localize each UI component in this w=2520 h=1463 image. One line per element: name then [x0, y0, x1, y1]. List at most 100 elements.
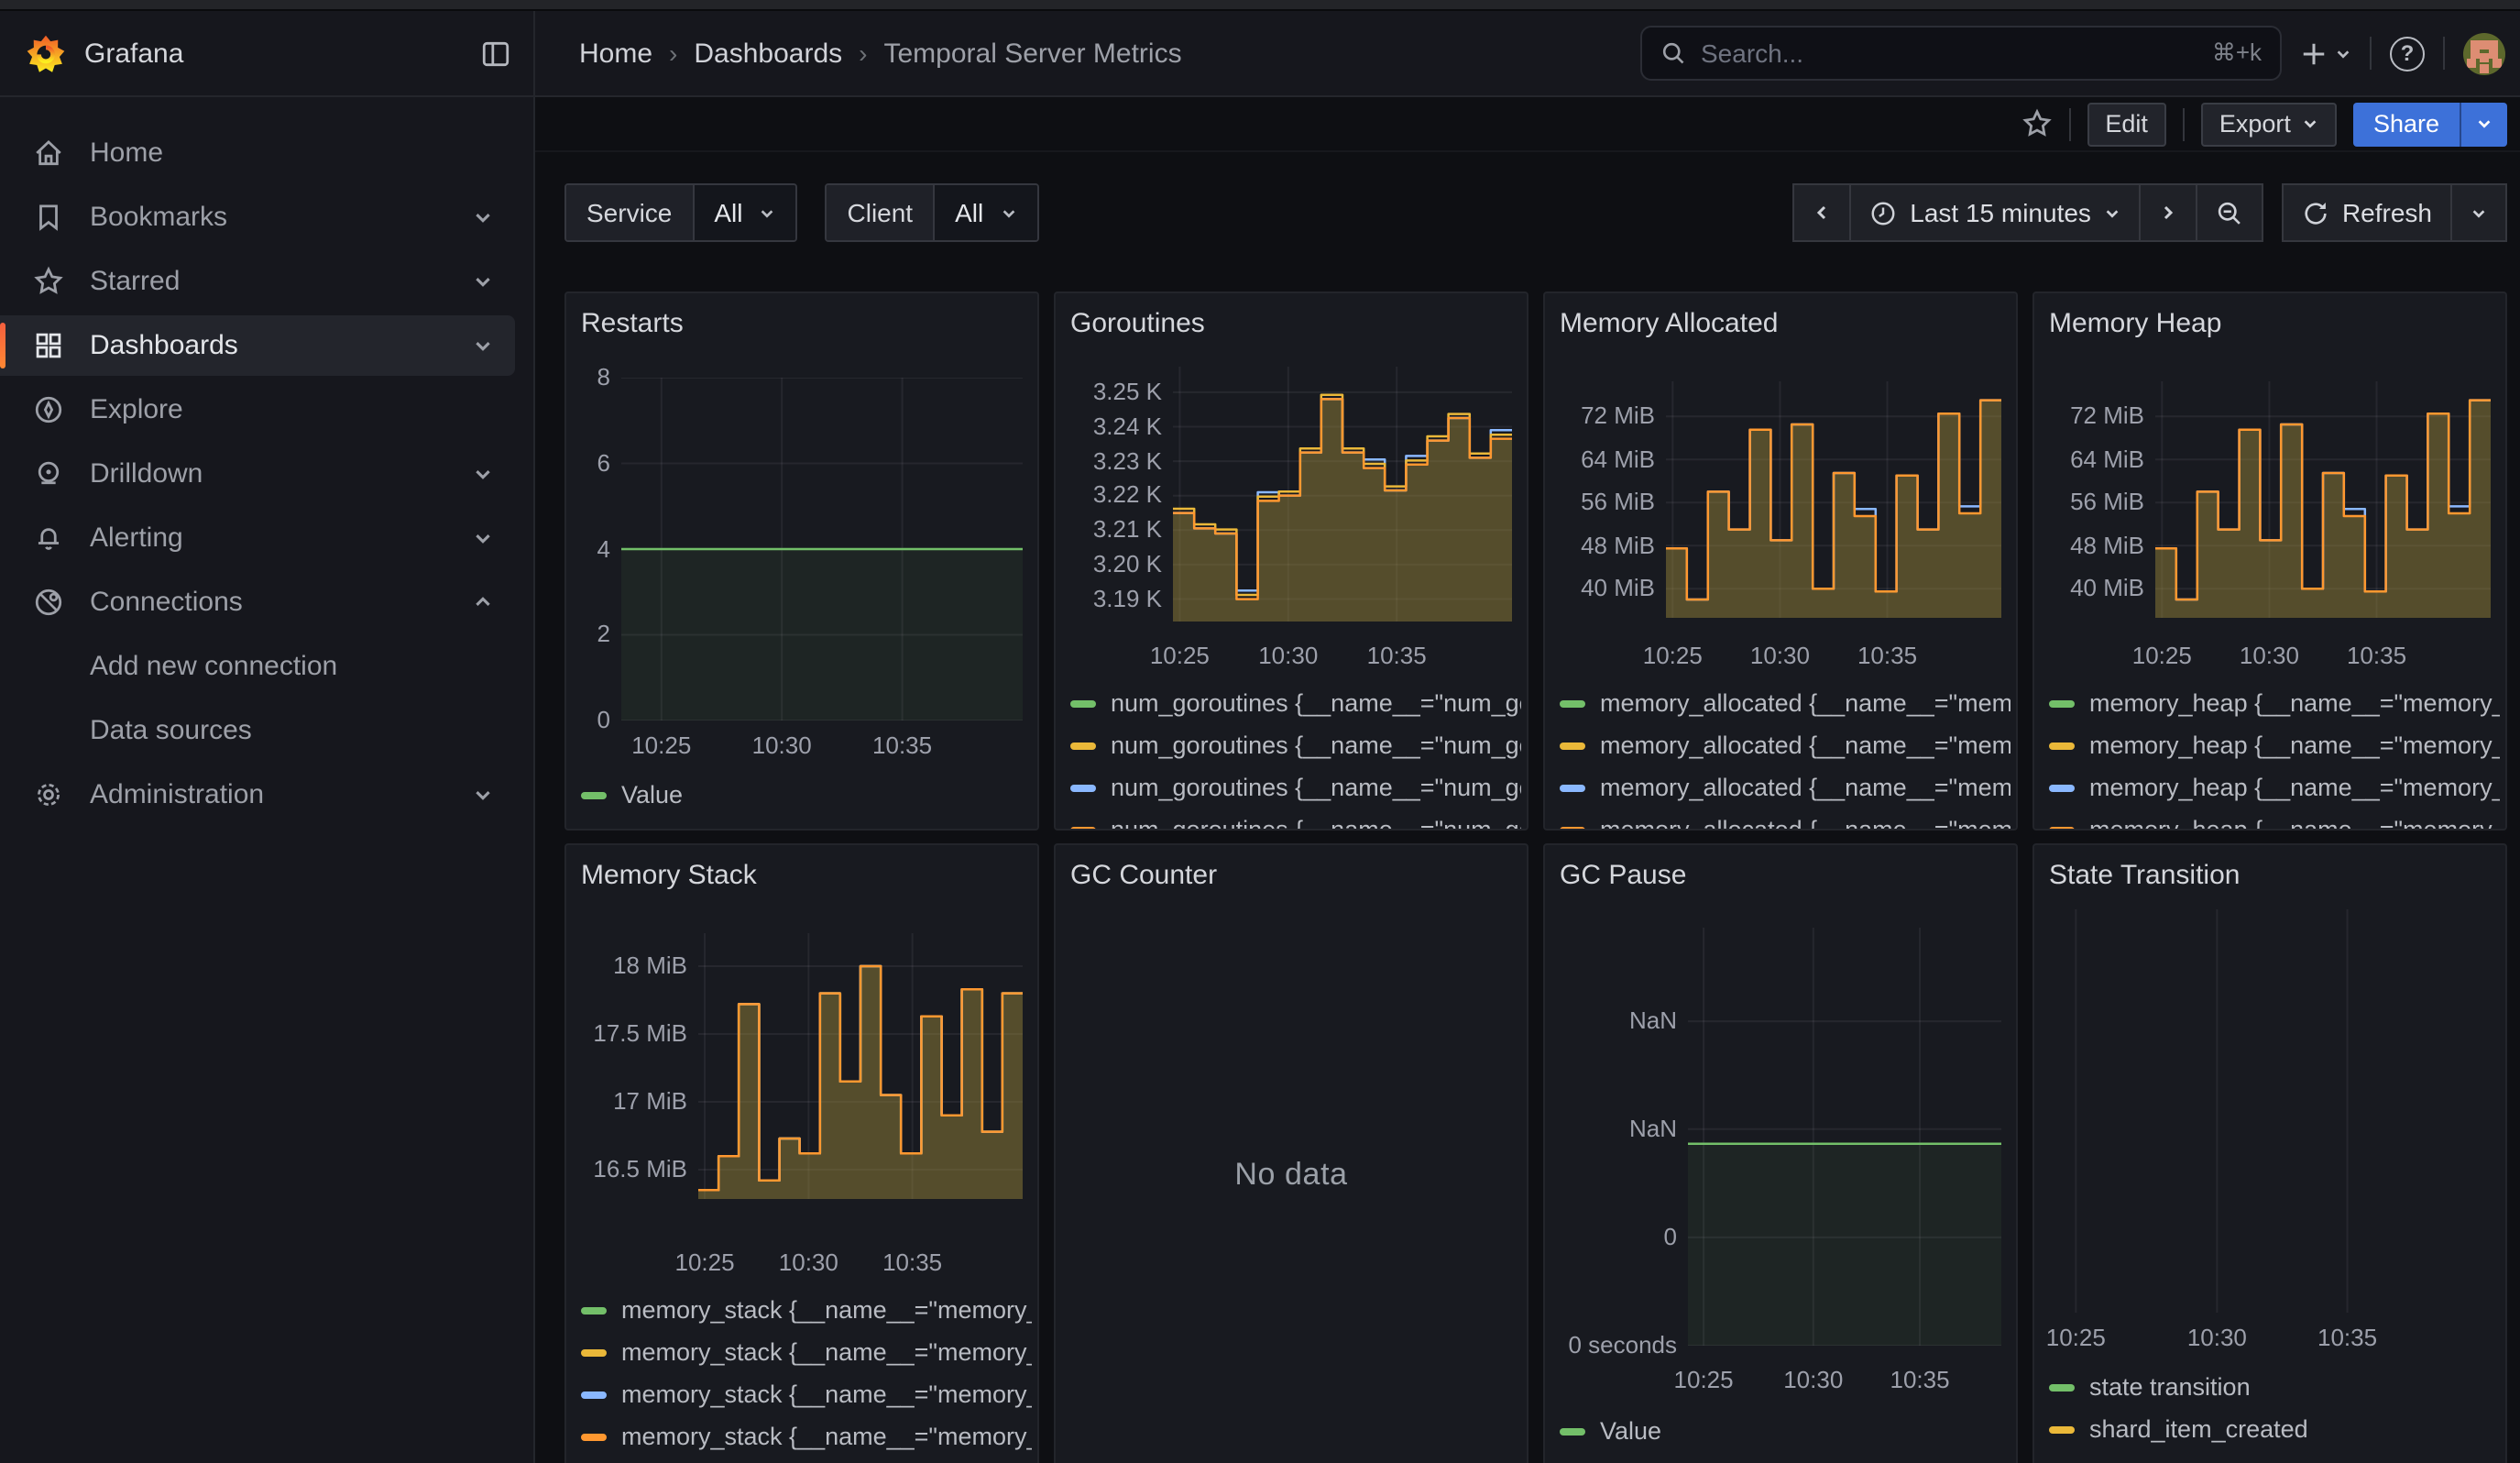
sidebar-item-bookmarks[interactable]: Bookmarks: [0, 187, 515, 248]
search-input-wrap[interactable]: ⌘+k: [1640, 26, 2282, 81]
chevron-down-icon[interactable]: [473, 785, 493, 805]
legend-series-marker: [2049, 742, 2075, 749]
sidebar-item-connections[interactable]: Connections: [0, 572, 515, 632]
legend-item[interactable]: num_goroutines {__name__="num_go: [1070, 766, 1521, 808]
legend-item[interactable]: memory_heap {__name__="memory_h: [2049, 682, 2500, 724]
legend-item[interactable]: memory_stack {__name__="memory_s: [581, 1415, 1032, 1458]
legend-series-marker: [1070, 742, 1096, 749]
favorite-star-button[interactable]: [2021, 108, 2052, 139]
sidebar-item-alerting[interactable]: Alerting: [0, 508, 515, 568]
chevron-down-icon[interactable]: [473, 336, 493, 356]
x-axis-label: 10:30: [1230, 642, 1347, 669]
sidebar-item-administration[interactable]: Administration: [0, 764, 515, 825]
help-icon: ?: [2390, 36, 2425, 71]
legend-item[interactable]: memory_allocated {__name__="memo: [1560, 682, 2011, 724]
legend-item[interactable]: state transition: [2049, 1366, 2500, 1408]
legend-item[interactable]: num_goroutines {__name__="num_go: [1070, 808, 1521, 830]
plot-area[interactable]: [621, 378, 1023, 720]
y-axis-label: 3.19 K: [1056, 587, 1162, 612]
sidebar-item-data-sources[interactable]: Data sources: [0, 700, 515, 761]
chevron-down-icon[interactable]: [473, 528, 493, 548]
legend-series-marker: [2049, 1383, 2075, 1391]
y-axis-label: 0: [566, 708, 610, 733]
legend-item[interactable]: memory_allocated {__name__="memo: [1560, 766, 2011, 808]
panel-title[interactable]: Memory Stack: [581, 860, 757, 893]
service-filter[interactable]: Service All: [564, 183, 798, 242]
legend-item[interactable]: memory_allocated {__name__="memo: [1560, 724, 2011, 766]
search-icon: [1660, 40, 1686, 66]
y-axis-label: NaN: [1545, 1116, 1677, 1142]
legend-item[interactable]: num_goroutines {__name__="num_go: [1070, 682, 1521, 724]
legend-item[interactable]: memory_heap {__name__="memory_h: [2049, 808, 2500, 830]
plot-area[interactable]: [2155, 381, 2491, 618]
panel-title[interactable]: Restarts: [581, 308, 684, 341]
legend-series-label: memory_heap {__name__="memory_h: [2089, 732, 2500, 759]
panel-title[interactable]: State Transition: [2049, 860, 2240, 893]
search-input[interactable]: [1701, 38, 2197, 68]
edit-button[interactable]: Edit: [2087, 102, 2166, 146]
refresh-button[interactable]: Refresh: [2282, 183, 2452, 242]
sidebar-item-starred[interactable]: Starred: [0, 251, 515, 312]
panel-title[interactable]: GC Pause: [1560, 860, 1686, 893]
share-dropdown-chevron[interactable]: [2460, 102, 2507, 146]
panel-state-transition: State Transition10:2510:3010:35state tra…: [2032, 843, 2507, 1463]
sidebar-item-dashboards[interactable]: Dashboards: [0, 315, 515, 376]
plot-area[interactable]: [2056, 909, 2491, 1313]
y-axis-label: 3.25 K: [1056, 380, 1162, 405]
panel-title[interactable]: Memory Allocated: [1560, 308, 1778, 341]
divider: [2068, 107, 2070, 140]
time-forward-button[interactable]: [2139, 183, 2197, 242]
dock-menu-icon[interactable]: [480, 38, 511, 69]
service-filter-value[interactable]: All: [694, 185, 795, 240]
legend-item[interactable]: shard_item_created: [2049, 1408, 2500, 1450]
sidebar-item-add-new-connection[interactable]: Add new connection: [0, 636, 515, 697]
panel-memory-allocated: Memory Allocated72 MiB64 MiB56 MiB48 MiB…: [1543, 292, 2018, 830]
y-axis-label: 64 MiB: [1545, 446, 1655, 472]
sidebar-item-drilldown[interactable]: Drilldown: [0, 444, 515, 504]
time-back-button[interactable]: [1792, 183, 1851, 242]
client-filter[interactable]: Client All: [826, 183, 1039, 242]
chevron-down-icon[interactable]: [473, 271, 493, 292]
legend-item[interactable]: memory_heap {__name__="memory_h: [2049, 724, 2500, 766]
x-axis-label: 10:25: [2032, 1324, 2134, 1351]
add-button[interactable]: [2300, 39, 2351, 67]
legend-item[interactable]: Value: [581, 774, 1032, 816]
panel-title[interactable]: GC Counter: [1070, 860, 1217, 893]
zoom-out-button[interactable]: [2196, 183, 2263, 242]
sidebar-item-home[interactable]: Home: [0, 123, 515, 183]
chevron-down-icon: [1000, 204, 1016, 221]
avatar[interactable]: [2463, 32, 2505, 74]
breadcrumb-dashboards[interactable]: Dashboards: [694, 38, 842, 69]
plot-area[interactable]: [1688, 928, 2001, 1346]
divider: [2443, 37, 2445, 70]
legend: Value: [1560, 1410, 2011, 1452]
chevron-up-icon[interactable]: [473, 592, 493, 612]
legend-item[interactable]: num_goroutines {__name__="num_go: [1070, 724, 1521, 766]
breadcrumb-home[interactable]: Home: [579, 38, 652, 69]
panel-title[interactable]: Goroutines: [1070, 308, 1205, 341]
plot-area[interactable]: [1666, 381, 2001, 618]
legend-series-label: num_goroutines {__name__="num_go: [1111, 689, 1521, 717]
plot-area[interactable]: [1173, 367, 1512, 622]
chevron-down-icon[interactable]: [473, 207, 493, 227]
legend-item[interactable]: memory_stack {__name__="memory_s: [581, 1331, 1032, 1373]
legend-series-marker: [1070, 826, 1096, 830]
legend-item[interactable]: memory_heap {__name__="memory_h: [2049, 766, 2500, 808]
export-button[interactable]: Export: [2201, 102, 2337, 146]
legend-item[interactable]: memory_allocated {__name__="memo: [1560, 808, 2011, 830]
sidebar-item-explore[interactable]: Explore: [0, 380, 515, 440]
panel-title[interactable]: Memory Heap: [2049, 308, 2221, 341]
refresh-interval-chevron[interactable]: [2450, 183, 2507, 242]
legend-item[interactable]: Value: [1560, 1410, 2011, 1452]
legend-series-label: memory_heap {__name__="memory_h: [2089, 689, 2500, 717]
y-axis-label: 16.5 MiB: [566, 1157, 687, 1182]
chevron-down-icon[interactable]: [473, 464, 493, 484]
plot-area[interactable]: [698, 933, 1023, 1199]
time-range-picker[interactable]: Last 15 minutes: [1849, 183, 2141, 242]
help-button[interactable]: ?: [2390, 36, 2425, 71]
share-button[interactable]: Share: [2353, 102, 2507, 146]
client-filter-value[interactable]: All: [935, 185, 1036, 240]
legend-item[interactable]: memory_stack {__name__="memory_s: [581, 1373, 1032, 1415]
bookmark-icon: [31, 201, 64, 234]
legend-item[interactable]: memory_stack {__name__="memory_s: [581, 1289, 1032, 1331]
